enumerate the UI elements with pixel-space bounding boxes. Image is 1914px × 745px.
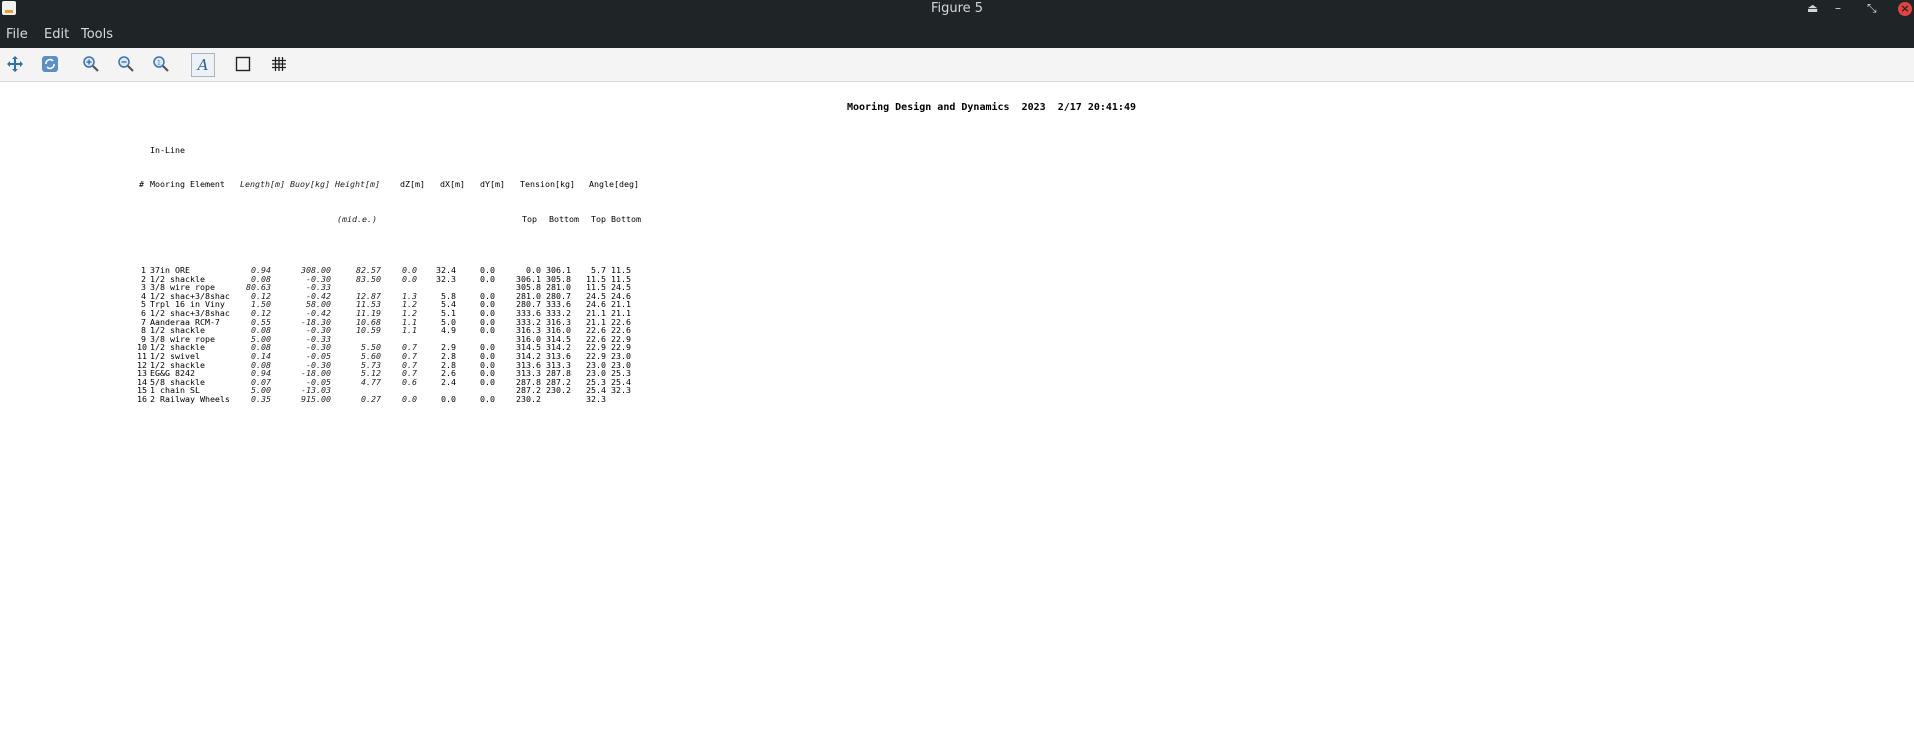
- close-icon[interactable]: ×: [1898, 2, 1912, 16]
- mooring-table: In-Line # Mooring Element Length[m] Buoy…: [137, 120, 641, 421]
- eject-icon[interactable]: ⏏: [1807, 1, 1818, 15]
- text-icon[interactable]: A: [191, 53, 215, 77]
- menu-edit[interactable]: Edit: [44, 27, 69, 42]
- header-angle: Angle[deg]: [589, 179, 639, 190]
- zoom-reset-icon[interactable]: 1: [150, 53, 172, 75]
- table-header-row-1: In-Line: [137, 146, 185, 155]
- header-tension: Tension[kg]: [520, 179, 575, 190]
- header-num: #: [139, 179, 144, 190]
- minimize-icon[interactable]: –: [1835, 1, 1841, 15]
- box-icon[interactable]: [232, 53, 254, 75]
- refresh-icon[interactable]: [39, 53, 61, 75]
- header-dx: dX[m]: [440, 179, 465, 190]
- header-buoy: Buoy[kg]: [290, 179, 330, 190]
- grid-icon[interactable]: [268, 53, 290, 75]
- table-body: 1 37in ORE 0.94 308.00 82.57 0.0 32.4 0.0 0.0 306…: [137, 266, 631, 404]
- figure-title: Mooring Design and Dynamics 2023 2/17 20…: [847, 102, 1136, 113]
- header-height-sub: (mid.e.): [337, 213, 377, 224]
- header-tension-bottom: Bottom: [549, 213, 579, 224]
- table-header-row-3: (mid.e.) Top Bottom Top Bottom: [137, 214, 641, 224]
- restore-icon[interactable]: ⤡: [1867, 1, 1877, 16]
- window-title: Figure 5: [930, 1, 984, 16]
- pan-icon[interactable]: [4, 53, 26, 75]
- table-header-row-2: # Mooring Element Length[m] Buoy[kg] Hei…: [137, 179, 639, 190]
- svg-text:1: 1: [157, 60, 161, 67]
- header-height: Height[m]: [335, 179, 380, 190]
- header-angle-bottom: Bottom: [611, 213, 641, 224]
- header-element: Mooring Element: [150, 179, 225, 190]
- table-spacer: [137, 240, 167, 249]
- header-dy: dY[m]: [480, 179, 505, 190]
- header-dz: dZ[m]: [400, 179, 425, 190]
- figure-canvas: Mooring Design and Dynamics 2023 2/17 20…: [0, 82, 1914, 745]
- header-inline: In-Line: [150, 144, 185, 155]
- title-bar: Figure 5 ⏏ – ⤡ ×: [0, 0, 1914, 19]
- menu-tools[interactable]: Tools: [81, 27, 113, 42]
- header-tension-top: Top: [522, 213, 537, 224]
- header-length: Length[m]: [240, 179, 285, 190]
- toolbar: 1 A: [0, 48, 1914, 82]
- menu-file[interactable]: File: [6, 27, 28, 42]
- zoom-out-icon[interactable]: [115, 53, 137, 75]
- cell-angle-top: 32.3: [586, 394, 606, 404]
- menu-bar: File Edit Tools: [0, 19, 1914, 48]
- header-angle-top: Top: [591, 213, 606, 224]
- zoom-in-icon[interactable]: [80, 53, 102, 75]
- table-row: 16 2 Railway Wheels 0.35 915.00 0.27 0.0 0.0 0.…: [137, 395, 606, 404]
